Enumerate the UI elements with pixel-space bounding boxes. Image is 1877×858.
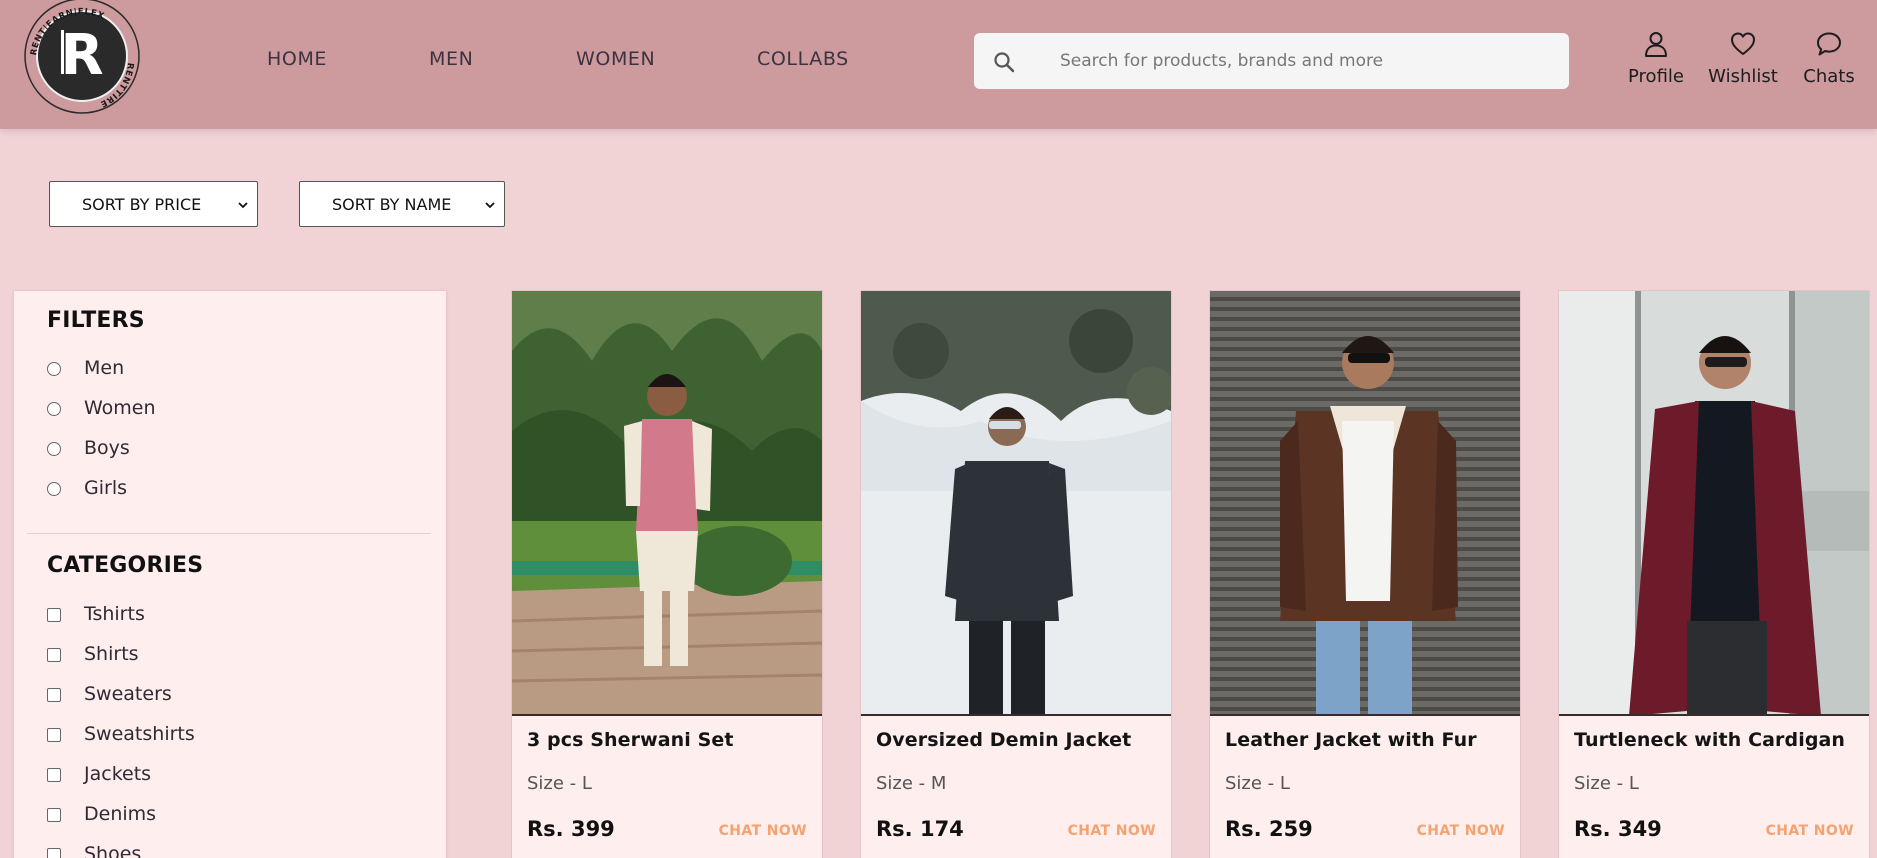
person-icon	[1645, 32, 1667, 57]
category-label: Tshirts	[84, 603, 145, 625]
product-size: Size - L	[527, 773, 592, 794]
category-checkbox[interactable]	[47, 808, 61, 822]
product-price: Rs. 349	[1574, 817, 1662, 841]
category-label: Denims	[84, 803, 157, 825]
filter-label: Women	[84, 397, 156, 419]
heart-icon	[1731, 32, 1755, 55]
wishlist-label: Wishlist	[1708, 66, 1778, 87]
filter-option-women[interactable]: Women	[47, 397, 156, 420]
category-checkbox[interactable]	[47, 608, 61, 622]
profile-label: Profile	[1628, 66, 1684, 87]
sort-by-price-label: SORT BY PRICE	[82, 194, 202, 214]
product-title[interactable]: 3 pcs Sherwani Set	[527, 729, 734, 751]
product-photo	[512, 291, 822, 714]
filter-option-girls[interactable]: Girls	[47, 477, 127, 500]
filters-heading: FILTERS	[47, 308, 145, 333]
sort-by-name-select[interactable]: SORT BY NAME	[299, 181, 505, 227]
product-image[interactable]	[1559, 291, 1869, 716]
search-input[interactable]	[1060, 33, 1550, 89]
nav-women[interactable]: WOMEN	[576, 48, 655, 70]
header: R RENT|EARN|FLEX RENTTIRE HOME MEN WOMEN…	[0, 0, 1877, 129]
filter-label: Men	[84, 357, 125, 379]
chats-button[interactable]: Chats	[1801, 30, 1857, 87]
category-checkbox[interactable]	[47, 648, 61, 662]
chat-now-button[interactable]: CHAT NOW	[1766, 823, 1854, 839]
category-option-shirts[interactable]: Shirts	[47, 643, 139, 666]
category-checkbox[interactable]	[47, 768, 61, 782]
filter-label: Boys	[84, 437, 130, 459]
product-card[interactable]: Turtleneck with Cardigan Size - L Rs. 34…	[1558, 290, 1870, 858]
filter-option-men[interactable]: Men	[47, 357, 124, 380]
product-size: Size - L	[1225, 773, 1290, 794]
product-title[interactable]: Leather Jacket with Fur	[1225, 729, 1477, 751]
product-size: Size - L	[1574, 773, 1639, 794]
category-checkbox[interactable]	[47, 848, 61, 858]
nav-collabs[interactable]: COLLABS	[757, 48, 849, 70]
category-option-shoes[interactable]: Shoes	[47, 843, 141, 858]
categories-heading: CATEGORIES	[47, 553, 204, 578]
category-label: Sweatshirts	[84, 723, 195, 745]
filter-label: Girls	[84, 477, 127, 499]
chevron-down-icon	[238, 202, 248, 209]
category-option-sweatshirts[interactable]: Sweatshirts	[47, 723, 195, 746]
category-label: Shirts	[84, 643, 139, 665]
product-photo	[861, 291, 1171, 714]
category-checkbox[interactable]	[47, 728, 61, 742]
product-price: Rs. 259	[1225, 817, 1313, 841]
product-photo	[1210, 291, 1520, 714]
filter-radio[interactable]	[47, 362, 61, 376]
category-label: Shoes	[84, 843, 142, 858]
brand-logo[interactable]: R RENT|EARN|FLEX RENTTIRE	[22, 0, 142, 116]
product-card[interactable]: Leather Jacket with Fur Size - L Rs. 259…	[1209, 290, 1521, 858]
product-price: Rs. 399	[527, 817, 615, 841]
chat-now-button[interactable]: CHAT NOW	[1417, 823, 1505, 839]
product-price: Rs. 174	[876, 817, 964, 841]
search-bar	[974, 33, 1569, 89]
nav-home[interactable]: HOME	[267, 48, 327, 70]
filter-option-boys[interactable]: Boys	[47, 437, 130, 460]
filter-radio[interactable]	[47, 442, 61, 456]
profile-button[interactable]: Profile	[1627, 30, 1685, 87]
filter-sidebar: FILTERS Men Women Boys Girls CATEGORIES …	[13, 290, 447, 858]
sort-by-price-select[interactable]: SORT BY PRICE	[49, 181, 258, 227]
chat-bubble-icon	[1817, 32, 1841, 56]
product-title[interactable]: Oversized Demin Jacket	[876, 729, 1131, 751]
sidebar-divider	[27, 533, 431, 534]
category-label: Sweaters	[84, 683, 172, 705]
category-option-tshirts[interactable]: Tshirts	[47, 603, 145, 626]
category-checkbox[interactable]	[47, 688, 61, 702]
nav-men[interactable]: MEN	[429, 48, 473, 70]
product-size: Size - M	[876, 773, 947, 794]
search-icon[interactable]	[992, 50, 1016, 74]
category-option-jackets[interactable]: Jackets	[47, 763, 151, 786]
product-card[interactable]: Oversized Demin Jacket Size - M Rs. 174 …	[860, 290, 1172, 858]
product-image[interactable]	[512, 291, 822, 716]
chats-label: Chats	[1803, 66, 1855, 87]
product-card[interactable]: 3 pcs Sherwani Set Size - L Rs. 399 CHAT…	[511, 290, 823, 858]
product-title[interactable]: Turtleneck with Cardigan	[1574, 729, 1845, 751]
filter-radio[interactable]	[47, 482, 61, 496]
category-option-sweaters[interactable]: Sweaters	[47, 683, 172, 706]
chevron-down-icon	[485, 202, 495, 209]
sort-by-name-label: SORT BY NAME	[332, 194, 452, 214]
product-image[interactable]	[861, 291, 1171, 716]
product-photo	[1559, 291, 1869, 714]
filter-radio[interactable]	[47, 402, 61, 416]
chat-now-button[interactable]: CHAT NOW	[719, 823, 807, 839]
product-image[interactable]	[1210, 291, 1520, 716]
logo-mark-icon: R RENT|EARN|FLEX RENTTIRE	[24, 0, 140, 114]
wishlist-button[interactable]: Wishlist	[1708, 30, 1778, 87]
category-option-denims[interactable]: Denims	[47, 803, 156, 826]
category-label: Jackets	[84, 763, 152, 785]
svg-text:R: R	[60, 23, 103, 88]
chat-now-button[interactable]: CHAT NOW	[1068, 823, 1156, 839]
